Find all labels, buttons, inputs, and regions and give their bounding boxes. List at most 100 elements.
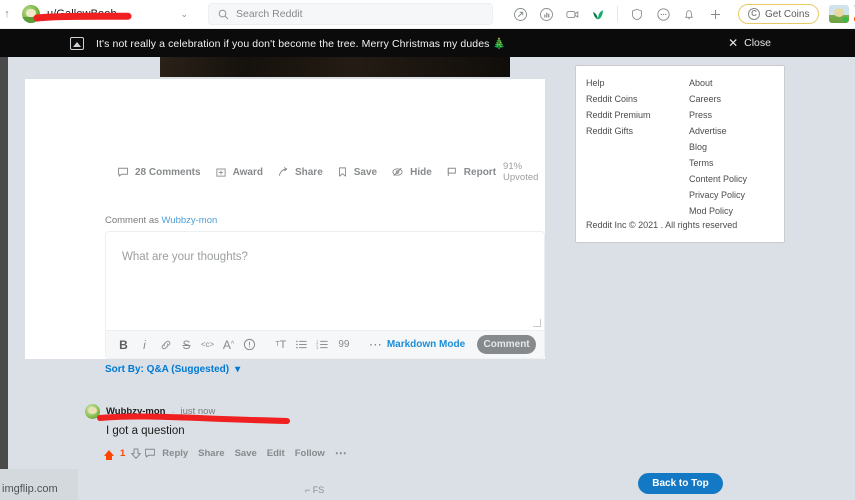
more-options-button[interactable]: ⋯ (366, 335, 385, 355)
clipped-bottom-text: ⌐ FS (305, 485, 325, 495)
post-award-button[interactable]: Award (208, 163, 270, 181)
account-menu[interactable]: Wubbzy- 4.6k k (829, 4, 855, 24)
comment-textarea[interactable]: What are your thoughts? (105, 231, 545, 331)
footer-link-help[interactable]: Help (586, 78, 669, 88)
trending-chart-icon[interactable] (533, 2, 559, 26)
user-subreddit-dropdown[interactable]: u/GallowBoob ⌄ (14, 1, 196, 28)
speech-bubble-icon (117, 166, 129, 178)
post-save-label: Save (353, 166, 378, 178)
footer-link-blog[interactable]: Blog (689, 142, 772, 152)
back-to-top-button[interactable]: Back to Top (638, 473, 723, 494)
chat-icon[interactable] (650, 2, 676, 26)
post-share-button[interactable]: Share (270, 163, 330, 181)
search-input[interactable]: Search Reddit (208, 3, 493, 25)
comment-reply-button[interactable]: Reply (157, 446, 193, 461)
bookmark-icon (337, 166, 348, 178)
footer-link-mod-policy[interactable]: Mod Policy (689, 206, 772, 216)
comment-separator: · (171, 406, 175, 417)
strikethrough-button[interactable]: S (177, 335, 196, 355)
flag-icon (446, 166, 458, 178)
comment-author-avatar[interactable] (85, 404, 100, 419)
spoiler-button[interactable] (240, 335, 259, 355)
bulleted-list-button[interactable] (292, 335, 311, 355)
banner-close-button[interactable]: ✕ Close (728, 37, 771, 49)
post-comments-button[interactable]: 28 Comments (110, 163, 208, 181)
numbered-list-button[interactable]: 1 2 3 (313, 335, 332, 355)
popular-icon[interactable] (507, 2, 533, 26)
reply-bubble-icon[interactable] (143, 445, 157, 461)
quote-button[interactable]: 99 (334, 335, 353, 355)
comment-sort-label: Sort By: Q&A (Suggested) (105, 364, 230, 375)
italic-button[interactable]: i (135, 335, 154, 355)
footer-link-careers[interactable]: Careers (689, 94, 772, 104)
upvote-button[interactable] (102, 445, 116, 461)
footer-column-1: Help Reddit Coins Reddit Premium Reddit … (586, 78, 669, 216)
back-arrow-icon[interactable]: ↑ (0, 8, 14, 20)
comment-save-button[interactable]: Save (230, 446, 262, 461)
video-feed-icon[interactable] (559, 2, 585, 26)
post-save-button[interactable]: Save (330, 163, 384, 181)
comment-more-button[interactable]: ⋯ (330, 444, 352, 462)
comment-share-button[interactable]: Share (193, 446, 229, 461)
bold-button[interactable]: B (114, 335, 133, 355)
footer-link-about[interactable]: About (689, 78, 772, 88)
sprout-leaf-icon[interactable] (585, 2, 611, 26)
create-post-plus-icon[interactable] (702, 2, 728, 26)
top-navigation-bar: ↑ u/GallowBoob ⌄ Search Reddit C Get Coi… (0, 0, 855, 29)
comment-follow-button[interactable]: Follow (290, 446, 330, 461)
footer-link-reddit-gifts[interactable]: Reddit Gifts (586, 126, 669, 136)
post-report-button[interactable]: Report (439, 163, 503, 181)
copyright-text: Reddit Inc © 2021 . All rights reserved (586, 220, 738, 230)
announcement-banner: It's not really a celebration if you don… (0, 29, 855, 57)
comment-body: I got a question (106, 425, 185, 437)
header-divider (617, 6, 618, 22)
markdown-mode-toggle[interactable]: Markdown Mode (387, 339, 465, 350)
superscript-button[interactable]: A ^ (219, 335, 238, 355)
footer-link-press[interactable]: Press (689, 110, 772, 120)
link-button[interactable] (156, 335, 175, 355)
comment-action-bar: 1 Reply Share Save Edit Follow ⋯ (102, 444, 505, 462)
resize-grip-handle[interactable] (533, 319, 541, 327)
composer-toolbar: B i S <c> A ^ T T 1 2 3 99 ⋯ Markdown Mo… (105, 331, 545, 359)
comment-as-label: Comment as Wubbzy-mon (105, 215, 545, 226)
comment-edit-button[interactable]: Edit (262, 446, 290, 461)
image-post-icon (70, 36, 84, 50)
footer-column-2: About Careers Press Advertise Blog Terms… (689, 78, 772, 216)
notifications-bell-icon[interactable] (676, 2, 702, 26)
share-arrow-icon (277, 166, 289, 178)
footer-link-privacy-policy[interactable]: Privacy Policy (689, 190, 772, 200)
footer-link-content-policy[interactable]: Content Policy (689, 174, 772, 184)
downvote-button[interactable] (129, 445, 143, 461)
account-avatar (829, 4, 850, 23)
footer-link-advertise[interactable]: Advertise (689, 126, 772, 136)
footer-link-terms[interactable]: Terms (689, 158, 772, 168)
banner-text: It's not really a celebration if you don… (96, 37, 506, 50)
chevron-down-icon: ⌄ (180, 8, 188, 19)
post-share-label: Share (294, 166, 323, 178)
search-icon (218, 9, 229, 19)
comment-timestamp: just now (180, 406, 216, 417)
comment-sort-dropdown[interactable]: Sort By: Q&A (Suggested) ▾ (105, 364, 240, 375)
user-avatar-icon (22, 5, 40, 23)
comment-header: Wubbzy-mon · just now (85, 404, 505, 419)
get-coins-button[interactable]: C Get Coins (738, 4, 820, 24)
post-comments-label: 28 Comments (135, 166, 201, 178)
chevron-down-icon: ▾ (235, 364, 241, 375)
page-body: 28 Comments Award Share Save Hide Report… (0, 57, 855, 500)
submit-comment-button[interactable]: Comment (477, 335, 536, 354)
coin-icon: C (748, 8, 760, 20)
comment-as-username-link[interactable]: Wubbzy-mon (162, 215, 218, 226)
header-icon-group (507, 2, 728, 26)
comment-author[interactable]: Wubbzy-mon (106, 406, 165, 417)
search-placeholder: Search Reddit (236, 8, 303, 20)
post-hide-button[interactable]: Hide (384, 163, 439, 181)
footer-link-reddit-premium[interactable]: Reddit Premium (586, 110, 669, 120)
heading-button[interactable]: TT (271, 335, 290, 355)
footer-link-reddit-coins[interactable]: Reddit Coins (586, 94, 669, 104)
inline-code-button[interactable]: <c> (198, 335, 217, 355)
comment-composer: Comment as Wubbzy-mon What are your thou… (105, 215, 545, 359)
shield-mod-icon[interactable] (624, 2, 650, 26)
comment-item: Wubbzy-mon · just now I got a question 1 (85, 404, 505, 462)
post-action-bar: 28 Comments Award Share Save Hide Report… (25, 157, 545, 187)
gift-award-icon (215, 166, 227, 178)
